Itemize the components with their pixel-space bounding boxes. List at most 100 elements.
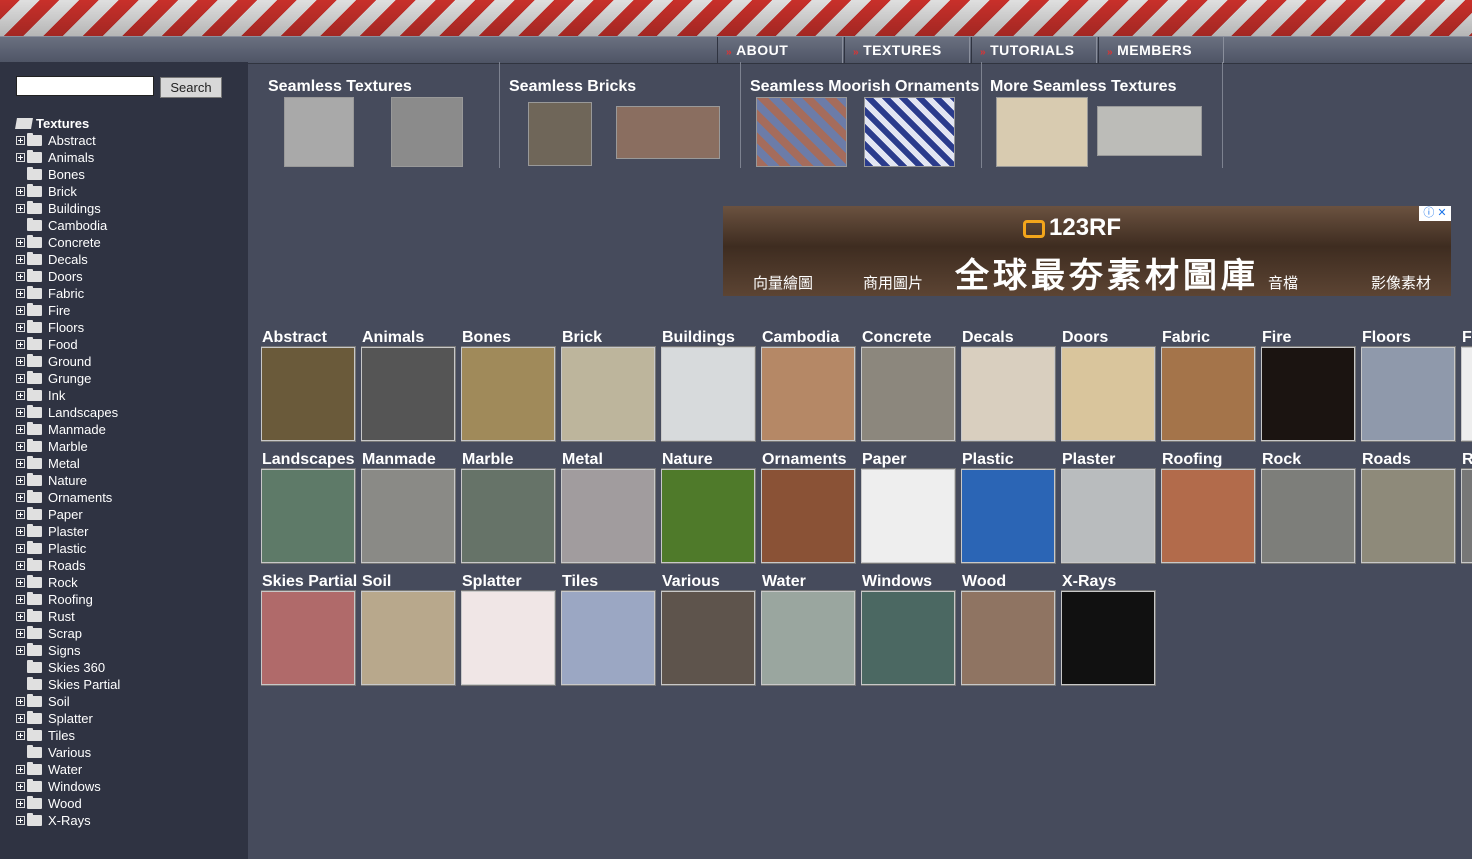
category-tile[interactable]: Windows (861, 573, 961, 687)
category-tile[interactable]: Manmade (361, 451, 461, 565)
category-thumbnail[interactable] (661, 469, 755, 563)
category-label[interactable]: Buildings (662, 329, 735, 347)
category-tile[interactable]: Tiles (561, 573, 661, 687)
featured-title[interactable]: Seamless Moorish Ornaments (750, 78, 979, 96)
expand-plus-icon[interactable] (16, 595, 25, 604)
expand-plus-icon[interactable] (16, 340, 25, 349)
category-tile[interactable]: Fo (1461, 329, 1472, 443)
expand-plus-icon[interactable] (16, 442, 25, 451)
expand-plus-icon[interactable] (16, 204, 25, 213)
category-thumbnail[interactable] (361, 469, 455, 563)
tree-item-splatter[interactable]: Splatter (16, 710, 120, 727)
category-thumbnail[interactable] (861, 347, 955, 441)
expand-plus-icon[interactable] (16, 476, 25, 485)
expand-plus-icon[interactable] (16, 714, 25, 723)
category-thumbnail[interactable] (661, 347, 755, 441)
expand-plus-icon[interactable] (16, 612, 25, 621)
category-tile[interactable]: Paper (861, 451, 961, 565)
featured-thumb[interactable] (864, 97, 955, 167)
ad-banner[interactable]: 123RF 全球最夯素材圖庫 向量繪圖 商用圖片 音檔 影像素材 ⓘ ✕ (723, 206, 1451, 296)
category-thumbnail[interactable] (861, 591, 955, 685)
expand-plus-icon[interactable] (16, 731, 25, 740)
tree-item-windows[interactable]: Windows (16, 778, 120, 795)
tree-item-roofing[interactable]: Roofing (16, 591, 120, 608)
expand-plus-icon[interactable] (16, 544, 25, 553)
category-thumbnail[interactable] (461, 469, 555, 563)
expand-plus-icon[interactable] (16, 391, 25, 400)
category-tile[interactable]: Splatter (461, 573, 561, 687)
category-tile[interactable]: Landscapes (261, 451, 361, 565)
tree-item-roads[interactable]: Roads (16, 557, 120, 574)
category-tile[interactable]: Marble (461, 451, 561, 565)
ad-close-icon[interactable]: ⓘ ✕ (1419, 206, 1451, 221)
category-thumbnail[interactable] (961, 591, 1055, 685)
tree-item-doors[interactable]: Doors (16, 268, 120, 285)
category-tile[interactable]: Buildings (661, 329, 761, 443)
featured-title[interactable]: Seamless Bricks (509, 78, 636, 96)
category-thumbnail[interactable] (861, 469, 955, 563)
category-thumbnail[interactable] (261, 591, 355, 685)
category-thumbnail[interactable] (661, 591, 755, 685)
category-thumbnail[interactable] (961, 469, 1055, 563)
category-label[interactable]: Paper (862, 451, 906, 469)
tree-item-animals[interactable]: Animals (16, 149, 120, 166)
expand-plus-icon[interactable] (16, 425, 25, 434)
tree-item-x-rays[interactable]: X-Rays (16, 812, 120, 829)
category-label[interactable]: Marble (462, 451, 514, 469)
expand-plus-icon[interactable] (16, 493, 25, 502)
category-tile[interactable]: Cambodia (761, 329, 861, 443)
category-tile[interactable]: Animals (361, 329, 461, 443)
tree-item-marble[interactable]: Marble (16, 438, 120, 455)
category-thumbnail[interactable] (561, 469, 655, 563)
tree-item-rock[interactable]: Rock (16, 574, 120, 591)
tree-item-ornaments[interactable]: Ornaments (16, 489, 120, 506)
tree-item-tiles[interactable]: Tiles (16, 727, 120, 744)
nav-members[interactable]: » MEMBERS (1098, 37, 1224, 63)
tree-item-cambodia[interactable]: Cambodia (16, 217, 120, 234)
featured-thumb[interactable] (616, 106, 720, 159)
tree-item-landscapes[interactable]: Landscapes (16, 404, 120, 421)
featured-thumb[interactable] (528, 102, 592, 166)
category-tile[interactable]: R (1461, 451, 1472, 565)
tree-item-abstract[interactable]: Abstract (16, 132, 120, 149)
category-tile[interactable]: Plaster (1061, 451, 1161, 565)
expand-plus-icon[interactable] (16, 816, 25, 825)
category-tile[interactable]: Fire (1261, 329, 1361, 443)
category-tile[interactable]: Floors (1361, 329, 1461, 443)
tree-item-signs[interactable]: Signs (16, 642, 120, 659)
category-thumbnail[interactable] (961, 347, 1055, 441)
category-label[interactable]: Brick (562, 329, 602, 347)
tree-item-plaster[interactable]: Plaster (16, 523, 120, 540)
category-tile[interactable]: Nature (661, 451, 761, 565)
tree-root[interactable]: Textures (15, 115, 120, 132)
category-label[interactable]: Rock (1262, 451, 1301, 469)
tree-item-skies-360[interactable]: Skies 360 (16, 659, 120, 676)
tree-item-buildings[interactable]: Buildings (16, 200, 120, 217)
expand-plus-icon[interactable] (16, 629, 25, 638)
featured-thumb[interactable] (756, 97, 847, 167)
category-label[interactable]: Doors (1062, 329, 1108, 347)
category-thumbnail[interactable] (361, 591, 455, 685)
expand-plus-icon[interactable] (16, 272, 25, 281)
category-thumbnail[interactable] (1361, 347, 1455, 441)
tree-item-fabric[interactable]: Fabric (16, 285, 120, 302)
category-tile[interactable]: Roofing (1161, 451, 1261, 565)
category-thumbnail[interactable] (1461, 469, 1472, 563)
category-tile[interactable]: Bones (461, 329, 561, 443)
category-thumbnail[interactable] (1061, 469, 1155, 563)
category-thumbnail[interactable] (1261, 469, 1355, 563)
nav-textures[interactable]: » TEXTURES (844, 37, 970, 63)
category-tile[interactable]: Doors (1061, 329, 1161, 443)
category-label[interactable]: Fo (1462, 329, 1472, 347)
tree-item-manmade[interactable]: Manmade (16, 421, 120, 438)
expand-plus-icon[interactable] (16, 306, 25, 315)
category-thumbnail[interactable] (261, 347, 355, 441)
category-thumbnail[interactable] (1061, 347, 1155, 441)
category-label[interactable]: Cambodia (762, 329, 839, 347)
category-label[interactable]: Animals (362, 329, 424, 347)
expand-plus-icon[interactable] (16, 459, 25, 468)
category-label[interactable]: Plaster (1062, 451, 1115, 469)
tree-item-grunge[interactable]: Grunge (16, 370, 120, 387)
search-button[interactable]: Search (160, 77, 222, 98)
category-label[interactable]: Landscapes (262, 451, 354, 469)
